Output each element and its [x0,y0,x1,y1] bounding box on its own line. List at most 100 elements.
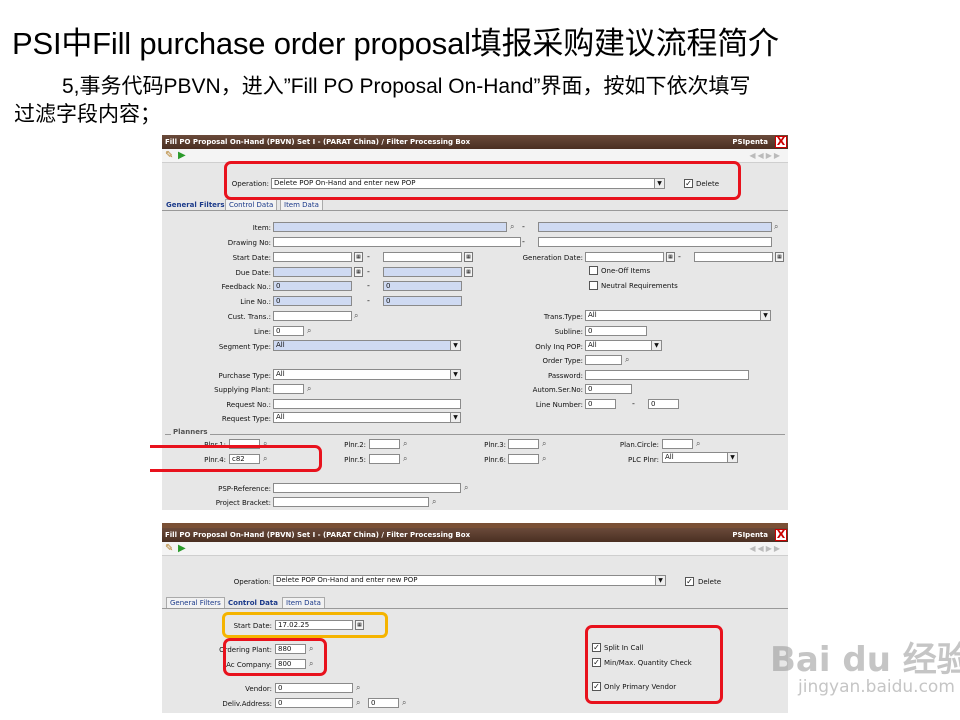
segment-type-value: All [276,341,285,349]
neutral-requirements-label: Neutral Requirements [601,282,678,290]
only-inq-pop-select[interactable]: All ▼ [585,340,662,351]
neutral-requirements-checkbox[interactable] [589,281,598,290]
magic-wand-icon[interactable]: ✎ [165,150,173,162]
vendor-label: Vendor: [245,685,272,693]
item-from-field[interactable] [273,222,507,232]
execute-play-icon[interactable]: ▶ [178,150,186,162]
search-icon[interactable]: ⌕ [402,698,406,708]
request-type-value: All [276,413,285,421]
search-icon[interactable]: ⌕ [432,497,436,507]
tab-control-data[interactable]: Control Data [225,199,278,210]
one-off-items-checkbox[interactable] [589,266,598,275]
generation-date-to-field[interactable] [694,252,773,262]
psp-reference-label: PSP-Reference: [218,485,271,493]
toolbar: ✎ ▶ ◀◀▶▶ [162,542,788,556]
start-date-to-field[interactable] [383,252,462,262]
search-icon[interactable]: ⌕ [625,355,629,365]
calendar-icon[interactable]: ▦ [464,267,473,277]
close-icon[interactable]: X [775,529,787,541]
search-icon[interactable]: ⌕ [403,454,407,464]
line-field[interactable]: 0 [273,326,304,336]
only-inq-pop-value: All [588,341,597,349]
purchase-type-select[interactable]: All ▼ [273,369,461,380]
request-no-field[interactable] [273,399,461,409]
search-icon[interactable]: ⌕ [542,454,546,464]
vendor-field[interactable]: 0 [275,683,353,693]
range-dash: - [522,222,525,231]
operation-select[interactable]: Delete POP On-Hand and enter new POP ▼ [273,575,666,586]
close-icon[interactable]: X [775,136,787,148]
subline-field[interactable]: 0 [585,326,647,336]
plnr5-field[interactable] [369,454,400,464]
search-icon[interactable]: ⌕ [542,439,546,449]
execute-play-icon[interactable]: ▶ [178,543,186,555]
search-icon[interactable]: ⌕ [356,683,360,693]
delete-label: Delete [698,578,721,586]
search-icon[interactable]: ⌕ [354,311,358,321]
request-type-select[interactable]: All ▼ [273,412,461,423]
drawing-no-label: Drawing No: [227,239,271,247]
range-dash: - [678,252,681,261]
cust-trans-field[interactable] [273,311,352,321]
plnr6-field[interactable] [508,454,539,464]
deliv-address-field[interactable]: 0 [275,698,353,708]
line-no-from-field[interactable]: 0 [273,296,352,306]
start-date-from-field[interactable] [273,252,352,262]
chevron-down-icon: ▼ [760,311,770,320]
search-icon[interactable]: ⌕ [696,439,700,449]
order-type-field[interactable] [585,355,622,365]
line-number-to-field[interactable]: 0 [648,399,679,409]
generation-date-from-field[interactable] [585,252,664,262]
password-field[interactable] [585,370,749,380]
search-icon[interactable]: ⌕ [356,698,360,708]
calendar-icon[interactable]: ▦ [354,267,363,277]
trans-type-select[interactable]: All ▼ [585,310,771,321]
feedback-no-to-field[interactable]: 0 [383,281,462,291]
search-icon[interactable]: ⌕ [774,222,778,232]
psp-reference-field[interactable] [273,483,461,493]
chevron-down-icon: ▼ [450,370,460,379]
due-date-from-field[interactable] [273,267,352,277]
search-icon[interactable]: ⌕ [464,483,468,493]
deliv-address-sub-field[interactable]: 0 [368,698,399,708]
chevron-down-icon: ▼ [727,453,737,462]
calendar-icon[interactable]: ▦ [666,252,675,262]
plnr3-field[interactable] [508,439,539,449]
search-icon[interactable]: ⌕ [307,384,311,394]
search-icon[interactable]: ⌕ [510,222,514,232]
supplying-plant-field[interactable] [273,384,304,394]
line-number-from-field[interactable]: 0 [585,399,616,409]
password-label: Password: [547,372,583,380]
request-type-label: Request Type: [221,415,271,423]
slide-instruction-line2: 过滤字段内容； [14,103,161,126]
drawing-no-to-field[interactable] [538,237,772,247]
planners-fieldset [165,434,785,435]
tab-item-data[interactable]: Item Data [280,199,323,210]
plan-circle-field[interactable] [662,439,693,449]
delete-checkbox[interactable]: ✓ [685,577,694,586]
segment-type-select[interactable]: All ▼ [273,340,461,351]
project-bracket-field[interactable] [273,497,429,507]
tab-general-filters[interactable]: General Filters [166,597,225,608]
item-to-field[interactable] [538,222,772,232]
autom-ser-no-field[interactable]: 0 [585,384,632,394]
feedback-no-from-field[interactable]: 0 [273,281,352,291]
autom-ser-no-label: Autom.Ser.No: [532,386,583,394]
calendar-icon[interactable]: ▦ [354,252,363,262]
line-no-to-field[interactable]: 0 [383,296,462,306]
brand-label: PSIpenta [732,138,768,146]
chevron-down-icon: ▼ [450,341,460,350]
calendar-icon[interactable]: ▦ [775,252,784,262]
search-icon[interactable]: ⌕ [403,439,407,449]
highlight-operation [224,161,741,200]
tab-item-data[interactable]: Item Data [282,597,325,608]
plnr2-field[interactable] [369,439,400,449]
drawing-no-from-field[interactable] [273,237,521,247]
due-date-label: Due Date: [235,269,271,277]
due-date-to-field[interactable] [383,267,462,277]
search-icon[interactable]: ⌕ [307,326,311,336]
chevron-down-icon: ▼ [655,576,665,585]
magic-wand-icon[interactable]: ✎ [165,543,173,555]
baidu-watermark: Bai du 经验 jingyan.baidu.com [710,622,960,702]
plc-plnr-select[interactable]: All ▼ [662,452,738,463]
